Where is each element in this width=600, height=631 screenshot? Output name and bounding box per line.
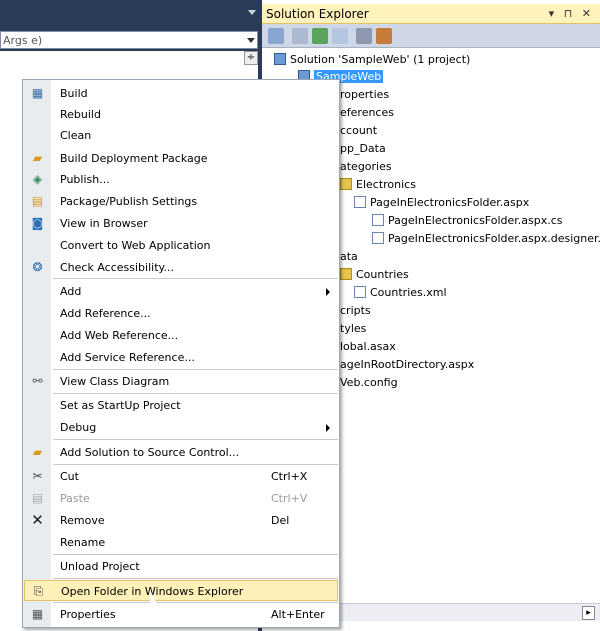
- class-diagram-icon: ⚯: [32, 374, 43, 388]
- tree-node[interactable]: PageInElectronicsFolder.aspx.cs: [372, 212, 563, 229]
- tree-node[interactable]: Countries.xml: [354, 284, 447, 301]
- source-control-icon: ▰: [32, 445, 43, 459]
- menu-item-add-solution-to-source-control[interactable]: ▰ Add Solution to Source Control...: [24, 442, 338, 463]
- package-icon: ▰: [32, 151, 43, 165]
- tree-node[interactable]: Electronics: [340, 176, 416, 193]
- menu-separator: [53, 278, 338, 279]
- menu-item-check-accessibility[interactable]: ❂ Check Accessibility...: [24, 257, 338, 278]
- mouse-cursor-icon: [150, 590, 157, 604]
- xml-file-icon: [354, 286, 366, 298]
- menu-separator: [53, 554, 338, 555]
- menu-item-build-deployment-package[interactable]: ▰ Build Deployment Package: [24, 148, 338, 169]
- member-dropdown-text: Args e): [3, 34, 43, 47]
- tree-node[interactable]: ccount: [340, 122, 377, 139]
- refresh-icon[interactable]: [312, 28, 328, 44]
- menu-item-set-as-startup-project[interactable]: Set as StartUp Project: [24, 395, 338, 416]
- member-dropdown[interactable]: Args e): [0, 31, 258, 49]
- menu-item-properties[interactable]: ▦ Properties Alt+Enter: [24, 604, 338, 625]
- browser-icon: ◙: [31, 216, 44, 230]
- menu-separator: [53, 602, 338, 603]
- tree-node[interactable]: ageInRootDirectory.aspx: [340, 356, 474, 373]
- panel-title: Solution Explorer: [266, 7, 369, 21]
- folder-icon: [340, 268, 352, 280]
- menu-item-add-reference[interactable]: Add Reference...: [24, 303, 338, 324]
- menu-item-unload-project[interactable]: Unload Project: [24, 556, 338, 577]
- menu-item-add[interactable]: Add: [24, 281, 338, 302]
- menu-item-debug[interactable]: Debug: [24, 417, 338, 438]
- menu-item-open-folder-in-windows-explorer[interactable]: ⎘ Open Folder in Windows Explorer: [24, 580, 338, 601]
- menu-item-add-service-reference[interactable]: Add Service Reference...: [24, 347, 338, 368]
- accessibility-icon: ❂: [32, 260, 43, 274]
- menu-item-rebuild[interactable]: Rebuild: [24, 104, 338, 125]
- paste-icon: ▤: [31, 491, 44, 505]
- split-view-icon[interactable]: ÷: [244, 51, 258, 65]
- settings-icon: ▤: [31, 194, 44, 208]
- tree-node[interactable]: cripts: [340, 302, 371, 319]
- class-diagram-toolbar-icon[interactable]: [356, 28, 372, 44]
- solution-icon: [274, 53, 286, 65]
- properties-toolbar-icon[interactable]: [268, 28, 284, 44]
- tree-node[interactable]: ata: [340, 248, 358, 265]
- menu-separator: [53, 393, 338, 394]
- aspx-file-icon: [354, 196, 366, 208]
- build-icon: ▦: [31, 86, 44, 100]
- tree-node[interactable]: lobal.asax: [340, 338, 396, 355]
- panel-controls[interactable]: ▾ ⊓ ✕: [549, 7, 594, 20]
- tab-dropdown-icon[interactable]: [248, 10, 256, 15]
- solution-explorer-title-bar: Solution Explorer ▾ ⊓ ✕: [262, 4, 600, 24]
- menu-item-remove[interactable]: ✕ Remove Del: [24, 510, 338, 531]
- project-context-menu: ▦ Build Rebuild Clean ▰ Build Deployment P…: [22, 79, 340, 628]
- show-all-files-icon[interactable]: [292, 28, 308, 44]
- menu-item-paste: ▤ Paste Ctrl+V: [31, 491, 308, 505]
- view-code-icon[interactable]: [332, 28, 348, 44]
- folder-icon: [340, 178, 352, 190]
- menu-item-add-web-reference[interactable]: Add Web Reference...: [24, 325, 338, 346]
- menu-separator: [53, 369, 338, 370]
- publish-icon: ◈: [32, 172, 43, 186]
- nested-related-icon[interactable]: [376, 28, 392, 44]
- cs-file-icon: [372, 232, 384, 244]
- menu-item-cut[interactable]: ✂ Cut Ctrl+X: [24, 466, 338, 487]
- tree-node[interactable]: Countries: [340, 266, 409, 283]
- menu-item-clean[interactable]: Clean: [24, 125, 338, 146]
- properties-icon: ▦: [31, 607, 44, 621]
- tree-node[interactable]: ategories: [340, 158, 392, 175]
- tree-node[interactable]: tyles: [340, 320, 366, 337]
- remove-icon: ✕: [31, 511, 44, 529]
- menu-separator: [53, 464, 338, 465]
- tree-node[interactable]: eferences: [340, 104, 394, 121]
- menu-separator: [53, 578, 338, 579]
- scroll-right-icon[interactable]: ▸: [582, 606, 595, 620]
- tree-node[interactable]: PageInElectronicsFolder.aspx.designer.c: [372, 230, 600, 247]
- tree-node[interactable]: pp_Data: [340, 140, 386, 157]
- menu-item-view-class-diagram[interactable]: ⚯ View Class Diagram: [24, 371, 338, 392]
- menu-item-publish[interactable]: ◈ Publish...: [24, 169, 338, 190]
- open-folder-icon: ⎘: [33, 584, 44, 598]
- menu-item-convert-to-web-application[interactable]: Convert to Web Application: [24, 235, 338, 256]
- tree-node[interactable]: PageInElectronicsFolder.aspx: [354, 194, 529, 211]
- solution-explorer-toolbar: [262, 24, 600, 48]
- tree-node[interactable]: Veb.config: [340, 374, 398, 391]
- submenu-arrow-icon: [326, 424, 330, 432]
- menu-item-view-in-browser[interactable]: ◙ View in Browser: [24, 213, 338, 234]
- submenu-arrow-icon: [326, 288, 330, 296]
- tree-node[interactable]: Solution 'SampleWeb' (1 project): [274, 51, 470, 68]
- chevron-down-icon[interactable]: [247, 38, 255, 43]
- menu-item-rename[interactable]: Rename: [24, 532, 338, 553]
- tree-node[interactable]: roperties: [340, 86, 389, 103]
- cs-file-icon: [372, 214, 384, 226]
- cut-icon: ✂: [32, 469, 43, 483]
- menu-item-package-publish-settings[interactable]: ▤ Package/Publish Settings: [24, 191, 338, 212]
- menu-separator: [53, 439, 338, 440]
- editor-tab-strip: [0, 0, 262, 28]
- menu-item-build[interactable]: ▦ Build: [24, 83, 338, 104]
